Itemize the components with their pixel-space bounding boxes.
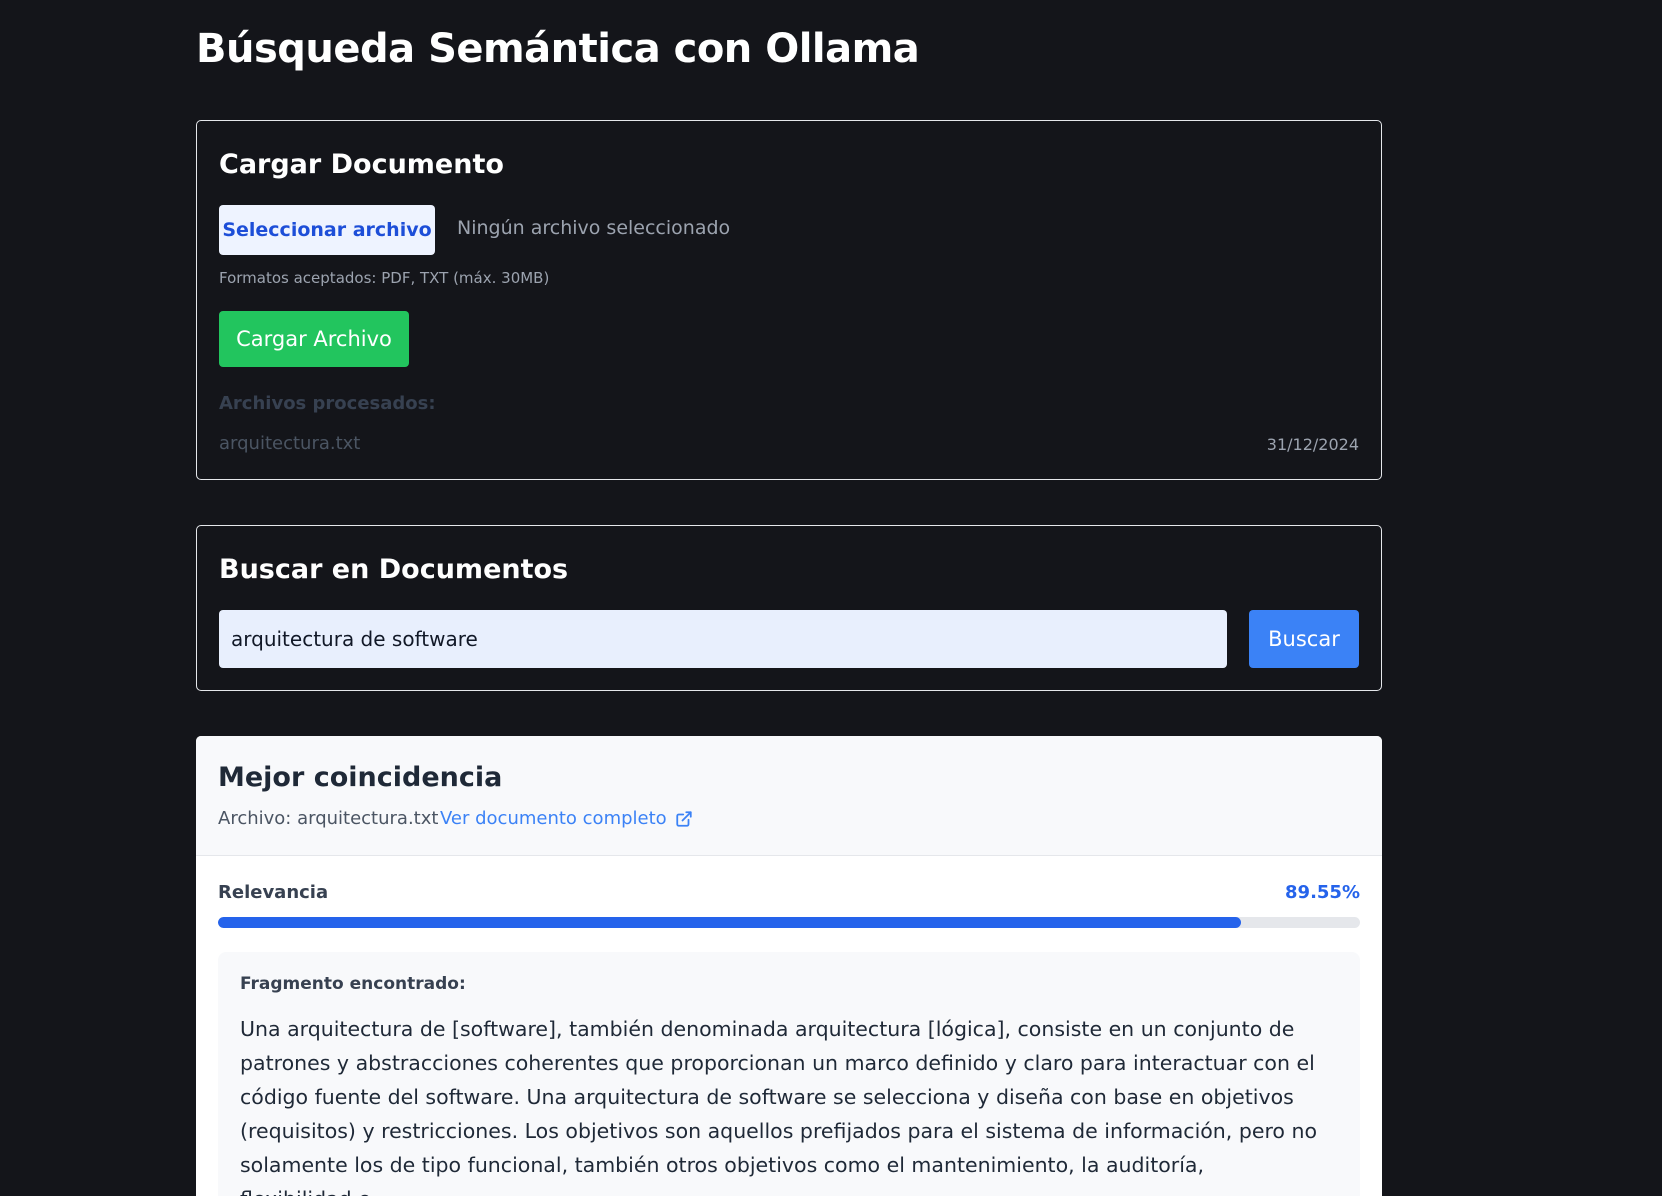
select-file-button[interactable]: Seleccionar archivo (219, 205, 435, 255)
external-link-icon (676, 810, 692, 827)
search-button[interactable]: Buscar (1249, 610, 1359, 668)
result-header: Mejor coincidencia Archivo: arquitectura… (196, 736, 1382, 856)
view-full-document-label: Ver documento completo (440, 808, 667, 829)
fragment-text: Una arquitectura de [software], también … (240, 1017, 1318, 1196)
result-card: Mejor coincidencia Archivo: arquitectura… (196, 736, 1382, 1196)
fragment-label: Fragmento encontrado: (240, 974, 466, 994)
upload-card-title: Cargar Documento (219, 149, 504, 180)
search-card: Buscar en Documentos Buscar (196, 525, 1382, 691)
page-title: Búsqueda Semántica con Ollama (196, 26, 920, 72)
search-card-title: Buscar en Documentos (219, 554, 569, 585)
file-status-text: Ningún archivo seleccionado (457, 217, 731, 239)
fragment-box: Fragmento encontrado: Una arquitectura d… (218, 952, 1360, 1196)
relevance-progress-bar (218, 917, 1360, 928)
processed-file-date: 31/12/2024 (1266, 435, 1359, 454)
result-title: Mejor coincidencia (218, 762, 503, 793)
relevance-value: 89.55% (1285, 882, 1360, 903)
processed-file-name: arquitectura.txt (219, 433, 361, 454)
upload-card: Cargar Documento Seleccionar archivo Nin… (196, 120, 1382, 480)
upload-file-button[interactable]: Cargar Archivo (219, 311, 409, 367)
formats-hint: Formatos aceptados: PDF, TXT (máx. 30MB) (219, 269, 550, 287)
relevance-label: Relevancia (218, 882, 329, 903)
relevance-progress-fill (218, 917, 1241, 928)
view-full-document-link[interactable]: Ver documento completo (440, 808, 693, 829)
processed-files-label: Archivos procesados: (219, 393, 436, 414)
search-input[interactable] (219, 610, 1227, 668)
result-file-label: Archivo: arquitectura.txt (218, 808, 439, 829)
